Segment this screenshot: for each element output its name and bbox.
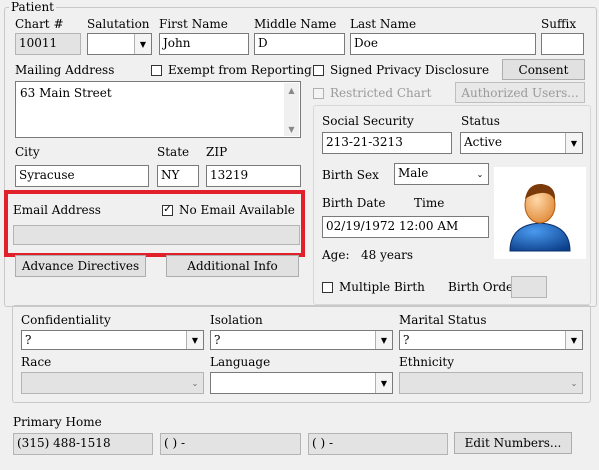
chevron-down-icon[interactable]: ▼ bbox=[375, 373, 392, 393]
age-value: 48 years bbox=[361, 248, 414, 262]
middle-name-label: Middle Name bbox=[254, 17, 337, 31]
checkbox-box[interactable] bbox=[151, 64, 162, 76]
email-address-label: Email Address bbox=[13, 203, 101, 217]
birth-date-label: Birth Date bbox=[322, 196, 386, 210]
confidentiality-select[interactable]: ? ▼ bbox=[21, 330, 204, 350]
race-label: Race bbox=[21, 355, 52, 369]
ethnicity-label: Ethnicity bbox=[399, 355, 455, 369]
status-value: Active bbox=[464, 135, 502, 149]
birth-date-field[interactable]: 02/19/1972 12:00 AM bbox=[322, 216, 489, 238]
third-phone-field: ( ) - bbox=[308, 433, 448, 455]
person-avatar-icon[interactable] bbox=[494, 167, 586, 259]
mailing-address-label: Mailing Address bbox=[15, 63, 115, 77]
status-select[interactable]: Active ▼ bbox=[460, 132, 583, 154]
status-label: Status bbox=[461, 114, 500, 128]
birth-sex-value: Male bbox=[398, 166, 429, 180]
second-phone-field: ( ) - bbox=[160, 433, 301, 455]
no-email-label: No Email Available bbox=[179, 203, 295, 217]
signed-privacy-checkbox[interactable]: Signed Privacy Disclosure bbox=[313, 63, 489, 77]
city-field[interactable]: Syracuse bbox=[15, 165, 149, 187]
scroll-down-icon[interactable]: ▼ bbox=[284, 122, 299, 136]
address-scrollbar[interactable]: ▲ ▼ bbox=[284, 83, 299, 136]
signed-privacy-label: Signed Privacy Disclosure bbox=[330, 63, 490, 77]
restricted-chart-checkbox[interactable]: Restricted Chart bbox=[313, 86, 431, 100]
middle-name-field[interactable]: D bbox=[254, 33, 345, 55]
salutation-label: Salutation bbox=[87, 17, 150, 31]
chart-label: Chart # bbox=[15, 17, 64, 31]
state-label: State bbox=[157, 145, 190, 159]
exempt-reporting-label: Exempt from Reporting bbox=[168, 63, 312, 77]
multiple-birth-checkbox[interactable]: Multiple Birth bbox=[322, 280, 425, 294]
race-select[interactable]: ⌄ bbox=[21, 372, 204, 394]
last-name-field[interactable]: Doe bbox=[350, 33, 536, 55]
edit-numbers-button[interactable]: Edit Numbers... bbox=[454, 432, 572, 454]
chevron-down-icon[interactable]: ⌄ bbox=[566, 373, 582, 393]
consent-button[interactable]: Consent bbox=[502, 59, 585, 80]
checkbox-box[interactable]: ✓ bbox=[162, 204, 173, 216]
primary-home-label: Primary Home bbox=[13, 415, 102, 429]
marital-status-value: ? bbox=[403, 333, 410, 347]
isolation-value: ? bbox=[214, 333, 221, 347]
marital-status-select[interactable]: ? ▼ bbox=[399, 330, 583, 350]
birth-order-field bbox=[511, 276, 547, 298]
ethnicity-select[interactable]: ⌄ bbox=[399, 372, 583, 394]
chevron-down-icon[interactable]: ⌄ bbox=[187, 373, 203, 393]
confidentiality-label: Confidentiality bbox=[21, 313, 111, 327]
birth-sex-label: Birth Sex bbox=[322, 168, 379, 182]
mailing-address-field[interactable]: 63 Main Street ▲ ▼ bbox=[15, 81, 301, 138]
checkbox-box[interactable] bbox=[313, 87, 324, 99]
restricted-chart-label: Restricted Chart bbox=[330, 86, 432, 100]
chevron-down-icon[interactable]: ▼ bbox=[565, 133, 582, 153]
checkbox-box[interactable] bbox=[313, 64, 324, 76]
language-select[interactable]: ▼ bbox=[210, 372, 393, 394]
chevron-down-icon[interactable]: ▼ bbox=[186, 331, 203, 349]
state-field[interactable]: NY bbox=[157, 165, 199, 187]
checkmark-icon: ✓ bbox=[163, 204, 172, 215]
chart-number-field: 10011 bbox=[15, 33, 81, 55]
city-label: City bbox=[15, 145, 40, 159]
time-label: Time bbox=[414, 196, 445, 210]
no-email-checkbox[interactable]: ✓ No Email Available bbox=[162, 203, 295, 217]
age-label: Age: bbox=[322, 248, 350, 262]
zip-label: ZIP bbox=[206, 145, 228, 159]
salutation-select[interactable]: ▼ bbox=[87, 33, 152, 55]
ssn-field[interactable]: 213-21-3213 bbox=[322, 132, 452, 154]
chevron-down-icon[interactable]: ▼ bbox=[375, 331, 392, 349]
zip-field[interactable]: 13219 bbox=[206, 165, 301, 187]
isolation-label: Isolation bbox=[210, 313, 263, 327]
suffix-field[interactable] bbox=[541, 33, 584, 55]
ssn-label: Social Security bbox=[322, 114, 414, 128]
language-label: Language bbox=[210, 355, 271, 369]
patient-legend: Patient bbox=[9, 0, 57, 14]
birth-order-label: Birth Order bbox=[448, 280, 519, 294]
confidentiality-value: ? bbox=[25, 333, 32, 347]
primary-phone-field: (315) 488-1518 bbox=[13, 433, 153, 455]
authorized-users-button[interactable]: Authorized Users... bbox=[455, 82, 585, 103]
mailing-address-value: 63 Main Street bbox=[20, 86, 112, 100]
suffix-label: Suffix bbox=[541, 17, 577, 31]
marital-status-label: Marital Status bbox=[399, 313, 487, 327]
scroll-up-icon[interactable]: ▲ bbox=[284, 83, 299, 97]
chevron-down-icon[interactable]: ▼ bbox=[134, 34, 151, 54]
isolation-select[interactable]: ? ▼ bbox=[210, 330, 393, 350]
chevron-down-icon[interactable]: ▼ bbox=[565, 331, 582, 349]
last-name-label: Last Name bbox=[350, 17, 417, 31]
first-name-field[interactable]: John bbox=[159, 33, 249, 55]
email-highlight-box bbox=[4, 190, 305, 257]
exempt-reporting-checkbox[interactable]: Exempt from Reporting bbox=[151, 63, 312, 77]
birth-sex-select[interactable]: Male ⌄ bbox=[394, 163, 489, 185]
checkbox-box[interactable] bbox=[322, 281, 333, 293]
chevron-down-icon[interactable]: ⌄ bbox=[472, 164, 488, 184]
additional-info-button[interactable]: Additional Info bbox=[166, 255, 299, 277]
multiple-birth-label: Multiple Birth bbox=[339, 280, 425, 294]
email-field bbox=[13, 225, 300, 245]
first-name-label: First Name bbox=[159, 17, 228, 31]
advance-directives-button[interactable]: Advance Directives bbox=[15, 255, 146, 277]
